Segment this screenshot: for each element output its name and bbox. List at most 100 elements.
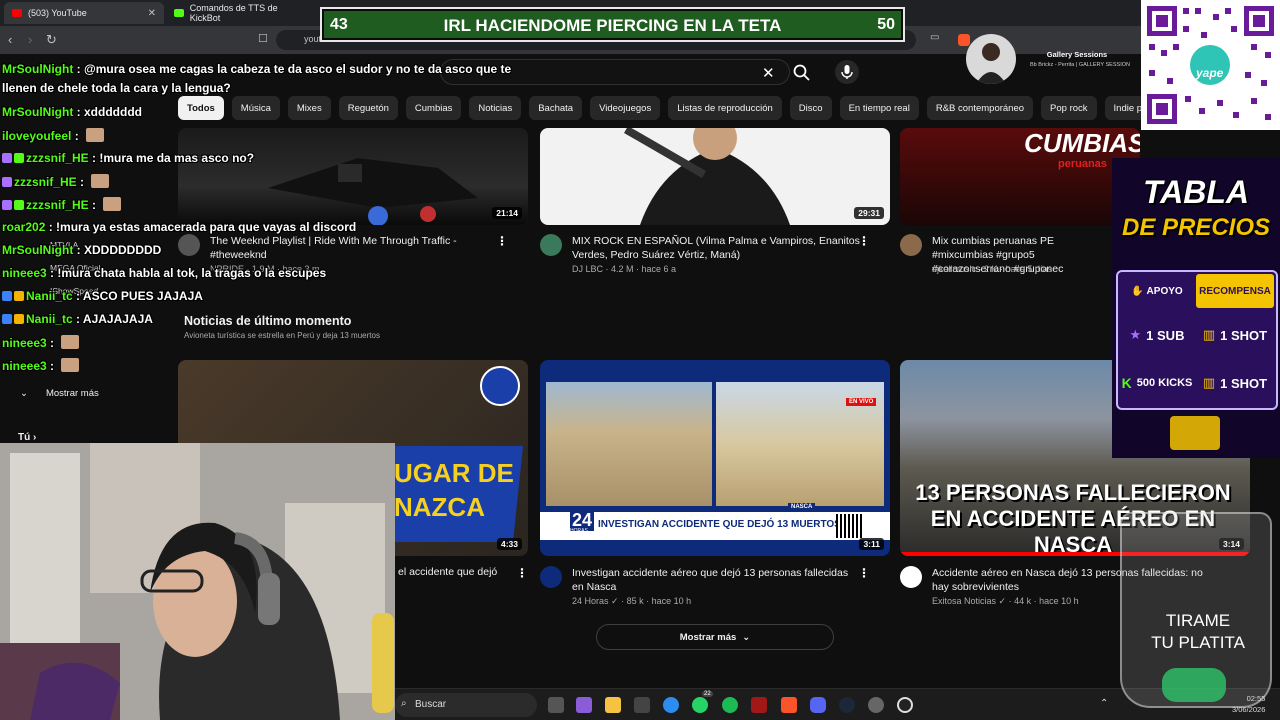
- chat-badge-icon: [2, 177, 12, 187]
- close-tab-icon[interactable]: ✕: [148, 8, 156, 19]
- filter-chip[interactable]: Noticias: [469, 96, 522, 120]
- more-options-icon[interactable]: ⋮: [496, 234, 508, 248]
- edge-icon[interactable]: [663, 697, 679, 713]
- copilot-icon[interactable]: [576, 697, 592, 713]
- chat-separator: :: [73, 62, 84, 76]
- chat-username[interactable]: nineee3: [2, 266, 47, 280]
- thumb-text-cumbias: CUMBIAS: [1024, 128, 1140, 158]
- filter-chip[interactable]: Reguetón: [338, 96, 398, 120]
- filter-chip[interactable]: Pop rock: [1041, 96, 1097, 120]
- filter-chip[interactable]: Música: [231, 96, 280, 120]
- chat-message: Nanii_tc : AJAJAJAJA: [2, 312, 153, 326]
- more-options-icon[interactable]: ⋮: [858, 566, 870, 580]
- mic-icon[interactable]: [835, 60, 859, 84]
- price-grid: ✋ APOYO RECOMPENSA ★ 1 SUB ▥ 1 SHOT K 500 K…: [1116, 270, 1278, 410]
- file-explorer-icon[interactable]: [605, 697, 621, 713]
- chat-separator: :: [46, 266, 58, 280]
- chat-username[interactable]: iloveyoufeel: [2, 129, 71, 143]
- video-duration: 29:31: [854, 207, 884, 219]
- sidebar-show-more-label: Mostrar más: [45, 388, 99, 399]
- bookmark-icon[interactable]: ☐: [258, 32, 268, 45]
- obs-icon[interactable]: [897, 697, 913, 713]
- spotify-icon[interactable]: [722, 697, 738, 713]
- filter-chip[interactable]: Listas de reproducción: [668, 96, 782, 120]
- banner-right-number: 50: [877, 16, 895, 33]
- taskbar-search[interactable]: ⌕ Buscar: [395, 693, 537, 717]
- channel-logo-horas: HORAS: [570, 528, 588, 534]
- channel-avatar[interactable]: [540, 566, 562, 588]
- video-title[interactable]: The Weeknd Playlist | Ride With Me Throu…: [210, 234, 498, 262]
- row2-reward-label: 1 SHOT: [1220, 375, 1268, 391]
- filter-chip[interactable]: Disco: [789, 96, 832, 120]
- video-thumbnail-rock-mix[interactable]: 29:31: [540, 128, 890, 225]
- row1-support: ★ 1 SUB: [1120, 312, 1194, 358]
- app-icon[interactable]: [868, 697, 884, 713]
- reload-icon[interactable]: ↻: [46, 32, 57, 48]
- store-icon[interactable]: [634, 697, 650, 713]
- video-thumbnail-weeknd[interactable]: 21:14: [178, 128, 528, 225]
- chat-username[interactable]: nineee3: [2, 359, 47, 373]
- video-title[interactable]: MIX ROCK EN ESPAÑOL (Vilma Palma e Vampi…: [572, 234, 860, 262]
- tray-chevron-icon[interactable]: ⌃: [1100, 698, 1108, 709]
- filter-chip[interactable]: Todos: [178, 96, 224, 120]
- filter-chip[interactable]: R&B contemporáneo: [926, 96, 1034, 120]
- thumb-text-investigan: INVESTIGAN ACCIDENTE QUE DEJÓ 13 MUERTOS: [598, 519, 841, 530]
- video-thumbnail-cumbias[interactable]: CUMBIAS peruanas: [900, 128, 1140, 225]
- chat-username[interactable]: MrSoulNight: [2, 105, 73, 119]
- row2-support: K 500 KICKS: [1120, 360, 1194, 406]
- filter-chip[interactable]: Cumbias: [405, 96, 462, 120]
- chat-message: MrSoulNight : xddddddd: [2, 105, 142, 119]
- chat-username[interactable]: MrSoulNight: [2, 243, 73, 257]
- video-age: hace 6 a: [641, 264, 677, 274]
- channel-avatar[interactable]: [178, 234, 200, 256]
- channel-name[interactable]: 24 Horas: [572, 596, 609, 606]
- tab-kickbot[interactable]: Comandos de TTS de KickBot: [166, 2, 316, 24]
- filter-chip[interactable]: Mixes: [287, 96, 331, 120]
- view-count: 44 k: [1014, 596, 1032, 606]
- video-thumbnail-24horas[interactable]: EN VIVO NASCA 24 HORAS INVESTIGAN ACCIDE…: [540, 360, 890, 556]
- shot-glasses-decoration: [1170, 416, 1220, 450]
- task-view-icon[interactable]: [548, 697, 564, 713]
- filter-chip[interactable]: Videojuegos: [590, 96, 661, 120]
- sidebar-show-more[interactable]: ⌄ Mostrar más: [20, 388, 99, 399]
- sidebar-you[interactable]: Tú ›: [18, 432, 36, 443]
- brave-icon[interactable]: [781, 697, 797, 713]
- chat-username[interactable]: Nanii_tc: [26, 289, 73, 303]
- channel-avatar[interactable]: [900, 566, 922, 588]
- more-options-icon[interactable]: ⋮: [516, 566, 528, 580]
- chat-username[interactable]: zzzsnif_HE: [26, 151, 89, 165]
- chevron-down-icon: ⌄: [20, 388, 28, 399]
- album-art: [966, 34, 1016, 84]
- filter-chip[interactable]: Bachata: [529, 96, 583, 120]
- tab-youtube[interactable]: (503) YouTube ✕: [4, 2, 164, 24]
- forward-icon[interactable]: ›: [28, 32, 32, 47]
- channel-avatar[interactable]: [900, 234, 922, 256]
- chat-username[interactable]: MrSoulNight: [2, 62, 73, 76]
- dota-icon[interactable]: [751, 697, 767, 713]
- chat-username[interactable]: zzzsnif_HE: [26, 198, 89, 212]
- chat-username[interactable]: zzzsnif_HE: [14, 175, 77, 189]
- chat-badge-icon: [14, 291, 24, 301]
- channel-name[interactable]: DJ LBC: [572, 264, 603, 274]
- filter-chip[interactable]: En tiempo real: [839, 96, 919, 120]
- steam-icon[interactable]: [839, 697, 855, 713]
- chat-username[interactable]: roar202: [2, 220, 45, 234]
- chat-badge-icon: [14, 153, 24, 163]
- video-title[interactable]: Investigan accidente aéreo que dejó 13 p…: [572, 566, 860, 594]
- channel-name[interactable]: djkalimusic: [932, 264, 976, 274]
- tab-label: Comandos de TTS de KickBot: [189, 3, 278, 23]
- back-icon[interactable]: ‹: [8, 32, 12, 47]
- cast-icon[interactable]: ▭: [930, 32, 939, 43]
- show-more-button[interactable]: Mostrar más ⌄: [596, 624, 834, 650]
- more-options-icon[interactable]: ⋮: [858, 234, 870, 248]
- search-icon[interactable]: [792, 63, 812, 83]
- chat-username[interactable]: Nanii_tc: [26, 312, 73, 326]
- chat-username[interactable]: nineee3: [2, 336, 47, 350]
- discord-icon[interactable]: [810, 697, 826, 713]
- channel-name[interactable]: Exitosa Noticias: [932, 596, 996, 606]
- clear-search-icon[interactable]: ✕: [762, 64, 775, 82]
- whatsapp-icon[interactable]: [692, 697, 708, 713]
- chat-separator: :: [46, 336, 58, 350]
- channel-avatar[interactable]: [540, 234, 562, 256]
- video-title[interactable]: el accidente que dejó: [398, 566, 497, 578]
